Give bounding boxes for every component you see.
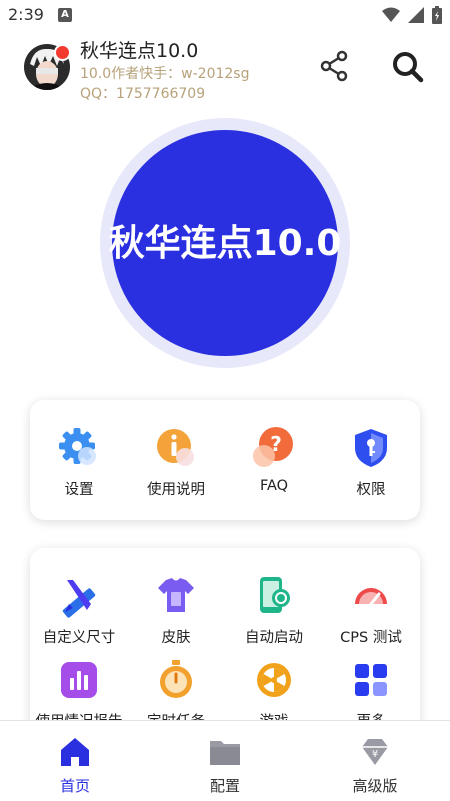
cps-test-label: CPS 测试 — [340, 630, 402, 646]
permissions-label: 权限 — [356, 482, 386, 498]
tools-card: 自定义尺寸 皮肤 自动启动 CPS 测试 使用情况报告 — [30, 548, 420, 738]
gear-icon — [59, 428, 96, 465]
nav-config-label: 配置 — [209, 777, 240, 795]
ruler-pencil-icon — [62, 580, 96, 618]
signal-icon — [408, 7, 424, 23]
auto-start-tile[interactable]: 自动启动 — [225, 574, 323, 647]
nav-premium-label: 高级版 — [352, 777, 398, 795]
phone-link-icon — [260, 577, 290, 613]
stopwatch-icon — [160, 660, 192, 698]
status-bar: 2:39 A — [0, 0, 450, 30]
battery-icon — [432, 6, 442, 24]
svg-text:¥: ¥ — [372, 749, 378, 760]
search-button[interactable] — [391, 50, 425, 84]
auto-start-label: 自动启动 — [245, 630, 303, 646]
nav-config[interactable]: 配置 — [150, 721, 300, 801]
notification-icon: A — [58, 8, 72, 22]
folder-icon — [210, 741, 240, 765]
qq-info: QQ：1757766709 — [80, 86, 206, 102]
notification-dot — [54, 44, 71, 61]
search-icon — [393, 52, 424, 83]
bottom-nav: 首页 配置 ¥ 高级版 — [0, 720, 450, 801]
instructions-tile[interactable]: 使用说明 — [127, 426, 225, 499]
permissions-tile[interactable]: 权限 — [322, 426, 420, 499]
settings-label: 设置 — [64, 482, 94, 498]
question-icon: ? — [253, 427, 293, 467]
cps-test-tile[interactable]: CPS 测试 — [322, 574, 420, 647]
wheel-icon — [257, 663, 291, 697]
diamond-icon: ¥ — [362, 739, 388, 765]
main-functions-card: 设置 使用说明 ? FAQ 权限 — [30, 400, 420, 520]
tshirt-icon — [158, 578, 194, 612]
status-icons — [382, 6, 442, 24]
skin-label: 皮肤 — [161, 630, 191, 646]
grid-icon — [355, 664, 387, 696]
author-info: 10.0作者快手：w-2012sg — [80, 66, 250, 82]
bar-chart-icon — [61, 662, 97, 698]
nav-home-label: 首页 — [59, 777, 90, 795]
instructions-label: 使用说明 — [147, 482, 205, 498]
shield-key-icon — [355, 429, 387, 467]
faq-tile[interactable]: ? FAQ — [225, 426, 323, 494]
faq-label: FAQ — [259, 478, 289, 494]
info-icon — [157, 429, 194, 466]
skin-tile[interactable]: 皮肤 — [127, 574, 225, 647]
nav-home[interactable]: 首页 — [0, 721, 150, 801]
app-title: 秋华连点10.0 — [80, 40, 199, 62]
app-header: 秋华连点10.0 10.0作者快手：w-2012sg QQ：1757766709 — [0, 30, 450, 105]
wifi-icon — [382, 7, 400, 22]
share-button[interactable] — [318, 50, 350, 82]
start-button-label: 秋华连点10.0 — [108, 223, 342, 264]
custom-size-label: 自定义尺寸 — [42, 630, 116, 646]
home-icon — [61, 738, 89, 766]
nav-premium[interactable]: ¥ 高级版 — [300, 721, 450, 801]
custom-size-tile[interactable]: 自定义尺寸 — [30, 574, 128, 647]
status-time: 2:39 — [8, 5, 44, 24]
speedometer-icon — [355, 588, 387, 606]
settings-tile[interactable]: 设置 — [30, 426, 128, 499]
share-icon — [320, 50, 348, 82]
